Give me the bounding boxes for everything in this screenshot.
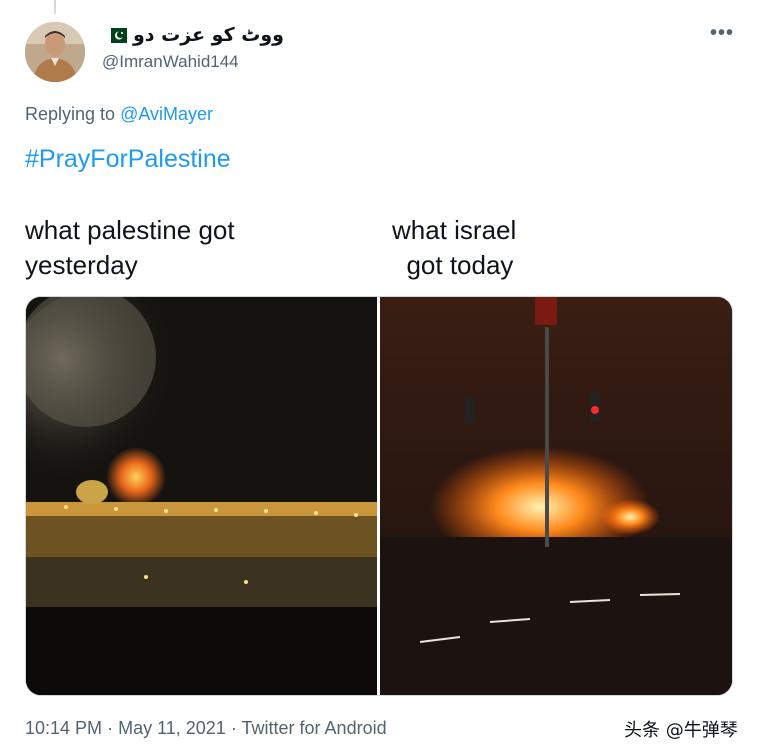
display-name[interactable]: ووٹ کو عزت دو	[105, 24, 284, 46]
display-name-text: ووٹ کو عزت دو	[133, 24, 284, 46]
avatar-image	[25, 22, 85, 82]
thread-connector-line	[54, 0, 56, 14]
meta-separator-1: ·	[107, 718, 114, 738]
hashtag-link[interactable]: #PrayForPalestine	[25, 145, 231, 174]
user-handle[interactable]: @ImranWahid144	[102, 52, 239, 72]
meta-separator-2: ·	[230, 718, 237, 738]
pakistan-flag-icon	[105, 27, 127, 43]
tweet-date[interactable]: May 11, 2021	[118, 718, 226, 738]
replying-to: Replying to @AviMayer	[25, 104, 213, 125]
photo-left[interactable]	[26, 297, 377, 695]
replying-to-link[interactable]: @AviMayer	[120, 104, 213, 124]
caption-right: what israel got today	[392, 215, 517, 280]
photo-right[interactable]	[380, 297, 732, 695]
watermark: 头条 @牛弹琴	[624, 720, 738, 741]
replying-prefix: Replying to	[25, 104, 116, 124]
more-options-icon[interactable]: •••	[710, 22, 734, 45]
tweet-metadata: 10:14 PM · May 11, 2021 · Twitter for An…	[25, 718, 387, 739]
tweet-time[interactable]: 10:14 PM	[25, 718, 102, 738]
tweet-media[interactable]	[25, 296, 733, 696]
avatar[interactable]	[25, 22, 85, 82]
caption-left: what palestine got yesterday	[25, 215, 235, 280]
tweet-source[interactable]: Twitter for Android	[242, 718, 387, 738]
